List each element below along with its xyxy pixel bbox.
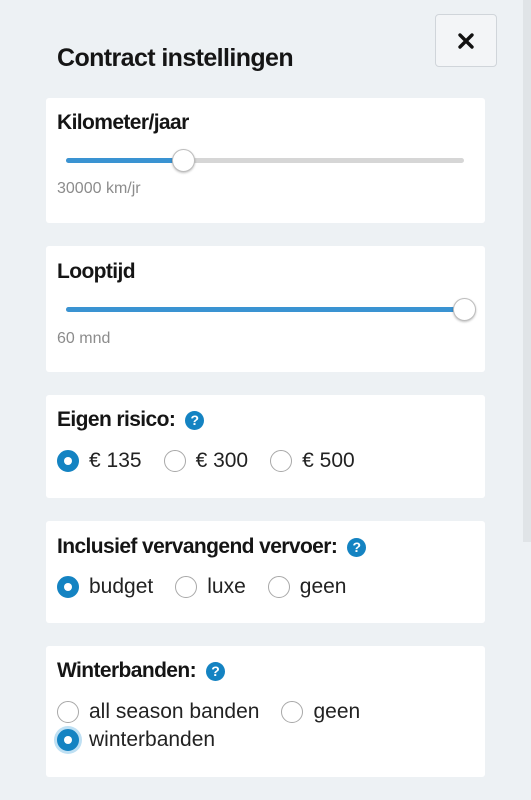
vervangend-vervoer-heading: Inclusief vervangend vervoer: ? [57, 535, 367, 559]
radio-label: luxe [207, 575, 246, 598]
looptijd-slider-thumb[interactable] [452, 298, 476, 321]
close-icon [458, 32, 474, 49]
looptijd-card: Looptijd 60 mnd [46, 246, 485, 372]
radio-button[interactable] [163, 450, 186, 472]
kilometers-slider[interactable] [66, 149, 464, 172]
eigen-risico-card: Eigen risico: ? € 135 € 300 € 500 [46, 395, 485, 498]
kilometers-card: Kilometer/jaar 30000 km/jr [46, 98, 485, 223]
winterbanden-option-geen[interactable]: geen [281, 700, 360, 724]
vervangend-vervoer-option-budget[interactable]: budget [57, 575, 153, 599]
winterbanden-options-row-2: winterbanden [57, 728, 215, 752]
vervangend-vervoer-option-geen[interactable]: geen [267, 575, 347, 599]
close-button[interactable] [435, 14, 497, 67]
radio-label: budget [89, 575, 154, 598]
vervangend-vervoer-title: Inclusief vervangend vervoer: [57, 535, 338, 558]
radio-button[interactable] [281, 701, 304, 723]
kilometers-slider-thumb[interactable] [171, 149, 195, 172]
eigen-risico-options: € 135 € 300 € 500 [57, 449, 355, 473]
winterbanden-card: Winterbanden: ? all season banden geen w… [46, 646, 485, 777]
radio-button[interactable] [270, 450, 293, 472]
page-title: Contract instellingen [57, 44, 294, 72]
vervangend-vervoer-card: Inclusief vervangend vervoer: ? budget l… [46, 521, 485, 623]
radio-button[interactable] [57, 576, 79, 598]
radio-label: € 300 [195, 449, 249, 472]
radio-button[interactable] [267, 576, 290, 598]
kilometers-title: Kilometer/jaar [57, 111, 189, 134]
winterbanden-options: all season banden geen [57, 700, 360, 724]
radio-label: all season banden [89, 700, 260, 723]
radio-label: winterbanden [89, 728, 216, 751]
eigen-risico-option-500[interactable]: € 500 [270, 449, 355, 473]
scrollbar[interactable] [523, 0, 531, 542]
eigen-risico-heading: Eigen risico: ? [57, 408, 205, 432]
help-icon[interactable]: ? [185, 410, 205, 430]
radio-button[interactable] [175, 576, 198, 598]
eigen-risico-title: Eigen risico: [57, 408, 176, 431]
radio-button[interactable] [57, 701, 79, 723]
winterbanden-option-winterbanden[interactable]: winterbanden [57, 728, 215, 752]
radio-button[interactable] [57, 450, 79, 472]
winterbanden-heading: Winterbanden: ? [57, 659, 226, 683]
eigen-risico-option-300[interactable]: € 300 [163, 449, 249, 473]
vervangend-vervoer-option-luxe[interactable]: luxe [175, 575, 246, 599]
winterbanden-title: Winterbanden: [57, 659, 197, 682]
radio-label: geen [299, 575, 347, 598]
help-icon[interactable]: ? [347, 537, 367, 557]
vervangend-vervoer-options: budget luxe geen [57, 575, 346, 599]
looptijd-slider[interactable] [66, 298, 476, 321]
looptijd-slider-fill [66, 307, 464, 312]
looptijd-value: 60 mnd [57, 330, 111, 347]
kilometers-slider-fill [66, 158, 184, 163]
looptijd-title: Looptijd [57, 260, 136, 283]
radio-label: geen [313, 700, 361, 723]
kilometers-value: 30000 km/jr [57, 180, 141, 197]
help-icon[interactable]: ? [206, 661, 226, 681]
winterbanden-option-all-season[interactable]: all season banden [57, 700, 259, 724]
radio-label: € 135 [89, 449, 142, 472]
radio-button[interactable] [57, 729, 79, 751]
eigen-risico-option-135[interactable]: € 135 [57, 449, 142, 473]
radio-label: € 500 [302, 449, 355, 472]
